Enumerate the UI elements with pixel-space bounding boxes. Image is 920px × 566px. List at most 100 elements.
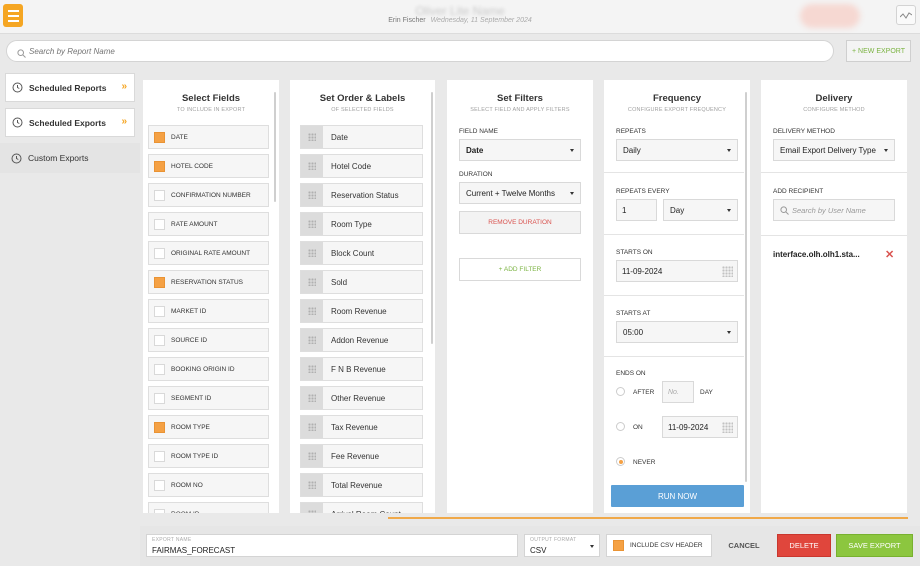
remove-duration-button[interactable]: REMOVE DURATION bbox=[459, 211, 581, 234]
order-item[interactable]: Hotel Code bbox=[300, 154, 423, 178]
ends-after-radio[interactable] bbox=[616, 387, 625, 396]
order-item[interactable]: Sold bbox=[300, 270, 423, 294]
starts-at-select[interactable]: 05:00 bbox=[616, 321, 738, 343]
field-option[interactable]: ORIGINAL RATE AMOUNT bbox=[148, 241, 269, 265]
ends-on-date-input[interactable]: 11-09-2024 bbox=[662, 416, 738, 438]
add-filter-button[interactable]: + ADD FILTER bbox=[459, 258, 581, 281]
panel-subtitle: CONFIGURE METHOD bbox=[803, 107, 865, 113]
include-csv-header-toggle[interactable]: INCLUDE CSV HEADER bbox=[606, 534, 712, 557]
sidebar-item-scheduled-reports[interactable]: Scheduled Reports » bbox=[5, 73, 135, 102]
drag-handle-icon[interactable] bbox=[301, 271, 323, 293]
field-name-select[interactable]: Date bbox=[459, 139, 581, 161]
order-item[interactable]: Addon Revenue bbox=[300, 328, 423, 352]
new-export-button[interactable]: + NEW EXPORT bbox=[846, 40, 911, 62]
output-format-select[interactable]: OUTPUT FORMAT CSV bbox=[524, 534, 600, 557]
repeats-every-input[interactable]: 1 bbox=[616, 199, 657, 221]
field-checkbox[interactable] bbox=[154, 392, 165, 404]
field-option[interactable]: RESERVATION STATUS bbox=[148, 270, 269, 294]
field-checkbox[interactable] bbox=[154, 334, 165, 346]
delete-button[interactable]: DELETE bbox=[777, 534, 831, 557]
starts-on-date-input[interactable]: 11-09-2024 bbox=[616, 260, 738, 282]
drag-handle-icon[interactable] bbox=[301, 416, 323, 438]
search-input[interactable] bbox=[29, 44, 809, 59]
repeats-select[interactable]: Daily bbox=[616, 139, 738, 161]
order-item[interactable]: Other Revenue bbox=[300, 386, 423, 410]
run-now-button[interactable]: RUN NOW bbox=[611, 485, 744, 507]
duration-value: Current + Twelve Months bbox=[466, 188, 556, 198]
field-option[interactable]: SOURCE ID bbox=[148, 328, 269, 352]
calendar-icon[interactable] bbox=[722, 422, 733, 433]
cancel-button[interactable]: CANCEL bbox=[720, 534, 768, 557]
field-option[interactable]: DATE bbox=[148, 125, 269, 149]
export-name-field[interactable]: EXPORT NAME FAIRMAS_FORECAST bbox=[146, 534, 518, 557]
drag-handle-icon[interactable] bbox=[301, 242, 323, 264]
field-checkbox[interactable] bbox=[154, 247, 165, 259]
order-item[interactable]: Room Revenue bbox=[300, 299, 423, 323]
drag-handle-icon[interactable] bbox=[301, 329, 323, 351]
drag-handle-icon[interactable] bbox=[301, 126, 323, 148]
field-option[interactable]: MARKET ID bbox=[148, 299, 269, 323]
field-checkbox[interactable] bbox=[154, 131, 165, 143]
field-option[interactable]: ROOM TYPE ID bbox=[148, 444, 269, 468]
field-option[interactable]: RATE AMOUNT bbox=[148, 212, 269, 236]
field-option[interactable]: BOOKING ORIGIN ID bbox=[148, 357, 269, 381]
field-option[interactable]: CONFIRMATION NUMBER bbox=[148, 183, 269, 207]
order-item[interactable]: Date bbox=[300, 125, 423, 149]
ends-on-radio[interactable] bbox=[616, 422, 625, 431]
field-checkbox[interactable] bbox=[154, 421, 165, 433]
sidebar: Scheduled Reports » Scheduled Exports » … bbox=[0, 68, 140, 566]
drag-handle-icon[interactable] bbox=[301, 184, 323, 206]
repeats-unit-select[interactable]: Day bbox=[663, 199, 738, 221]
drag-handle-icon[interactable] bbox=[301, 155, 323, 177]
drag-handle-icon[interactable] bbox=[301, 358, 323, 380]
include-header-checkbox[interactable] bbox=[613, 540, 624, 551]
search-bar[interactable] bbox=[6, 40, 834, 62]
order-item[interactable]: Total Revenue bbox=[300, 473, 423, 497]
scrollbar[interactable] bbox=[274, 92, 276, 202]
sidebar-item-custom-exports[interactable]: Custom Exports bbox=[0, 143, 140, 173]
field-option[interactable]: ROOM NO bbox=[148, 473, 269, 497]
order-item[interactable]: Tax Revenue bbox=[300, 415, 423, 439]
order-item[interactable]: Reservation Status bbox=[300, 183, 423, 207]
ends-never-radio[interactable] bbox=[616, 457, 625, 466]
ends-after-count-input[interactable]: No. bbox=[662, 381, 694, 403]
drag-handle-icon[interactable] bbox=[301, 387, 323, 409]
drag-handle-icon[interactable] bbox=[301, 503, 323, 513]
order-item[interactable]: Arrival Room Count bbox=[300, 502, 423, 513]
chevron-right-icon: » bbox=[121, 116, 127, 127]
delivery-method-select[interactable]: Email Export Delivery Type bbox=[773, 139, 895, 161]
field-checkbox[interactable] bbox=[154, 363, 165, 375]
field-checkbox[interactable] bbox=[154, 450, 165, 462]
sidebar-item-scheduled-exports[interactable]: Scheduled Exports » bbox=[5, 108, 135, 137]
remove-recipient-icon[interactable]: ✕ bbox=[885, 248, 894, 261]
field-checkbox[interactable] bbox=[154, 276, 165, 288]
order-item[interactable]: Fee Revenue bbox=[300, 444, 423, 468]
field-checkbox[interactable] bbox=[154, 305, 165, 317]
drag-handle-icon[interactable] bbox=[301, 300, 323, 322]
field-checkbox[interactable] bbox=[154, 508, 165, 513]
order-item[interactable]: F N B Revenue bbox=[300, 357, 423, 381]
scrollbar[interactable] bbox=[745, 92, 747, 482]
save-export-button[interactable]: SAVE EXPORT bbox=[836, 534, 913, 557]
field-checkbox[interactable] bbox=[154, 479, 165, 491]
sidebar-item-label: Scheduled Exports bbox=[29, 117, 106, 128]
repeats-value: Daily bbox=[623, 145, 641, 155]
field-option[interactable]: HOTEL CODE bbox=[148, 154, 269, 178]
order-item[interactable]: Room Type bbox=[300, 212, 423, 236]
output-format-caption: OUTPUT FORMAT bbox=[530, 537, 577, 543]
drag-handle-icon[interactable] bbox=[301, 474, 323, 496]
field-checkbox[interactable] bbox=[154, 160, 165, 172]
drag-handle-icon[interactable] bbox=[301, 213, 323, 235]
field-option[interactable]: ROOM ID bbox=[148, 502, 269, 513]
order-item[interactable]: Block Count bbox=[300, 241, 423, 265]
field-option[interactable]: SEGMENT ID bbox=[148, 386, 269, 410]
scrollbar[interactable] bbox=[431, 92, 433, 344]
drag-handle-icon[interactable] bbox=[301, 445, 323, 467]
recipient-search-input[interactable]: Search by User Name bbox=[773, 199, 895, 221]
duration-select[interactable]: Current + Twelve Months bbox=[459, 182, 581, 204]
field-option[interactable]: ROOM TYPE bbox=[148, 415, 269, 439]
field-checkbox[interactable] bbox=[154, 218, 165, 230]
calendar-icon[interactable] bbox=[722, 266, 733, 277]
trend-icon[interactable] bbox=[896, 5, 916, 25]
field-checkbox[interactable] bbox=[154, 189, 165, 201]
